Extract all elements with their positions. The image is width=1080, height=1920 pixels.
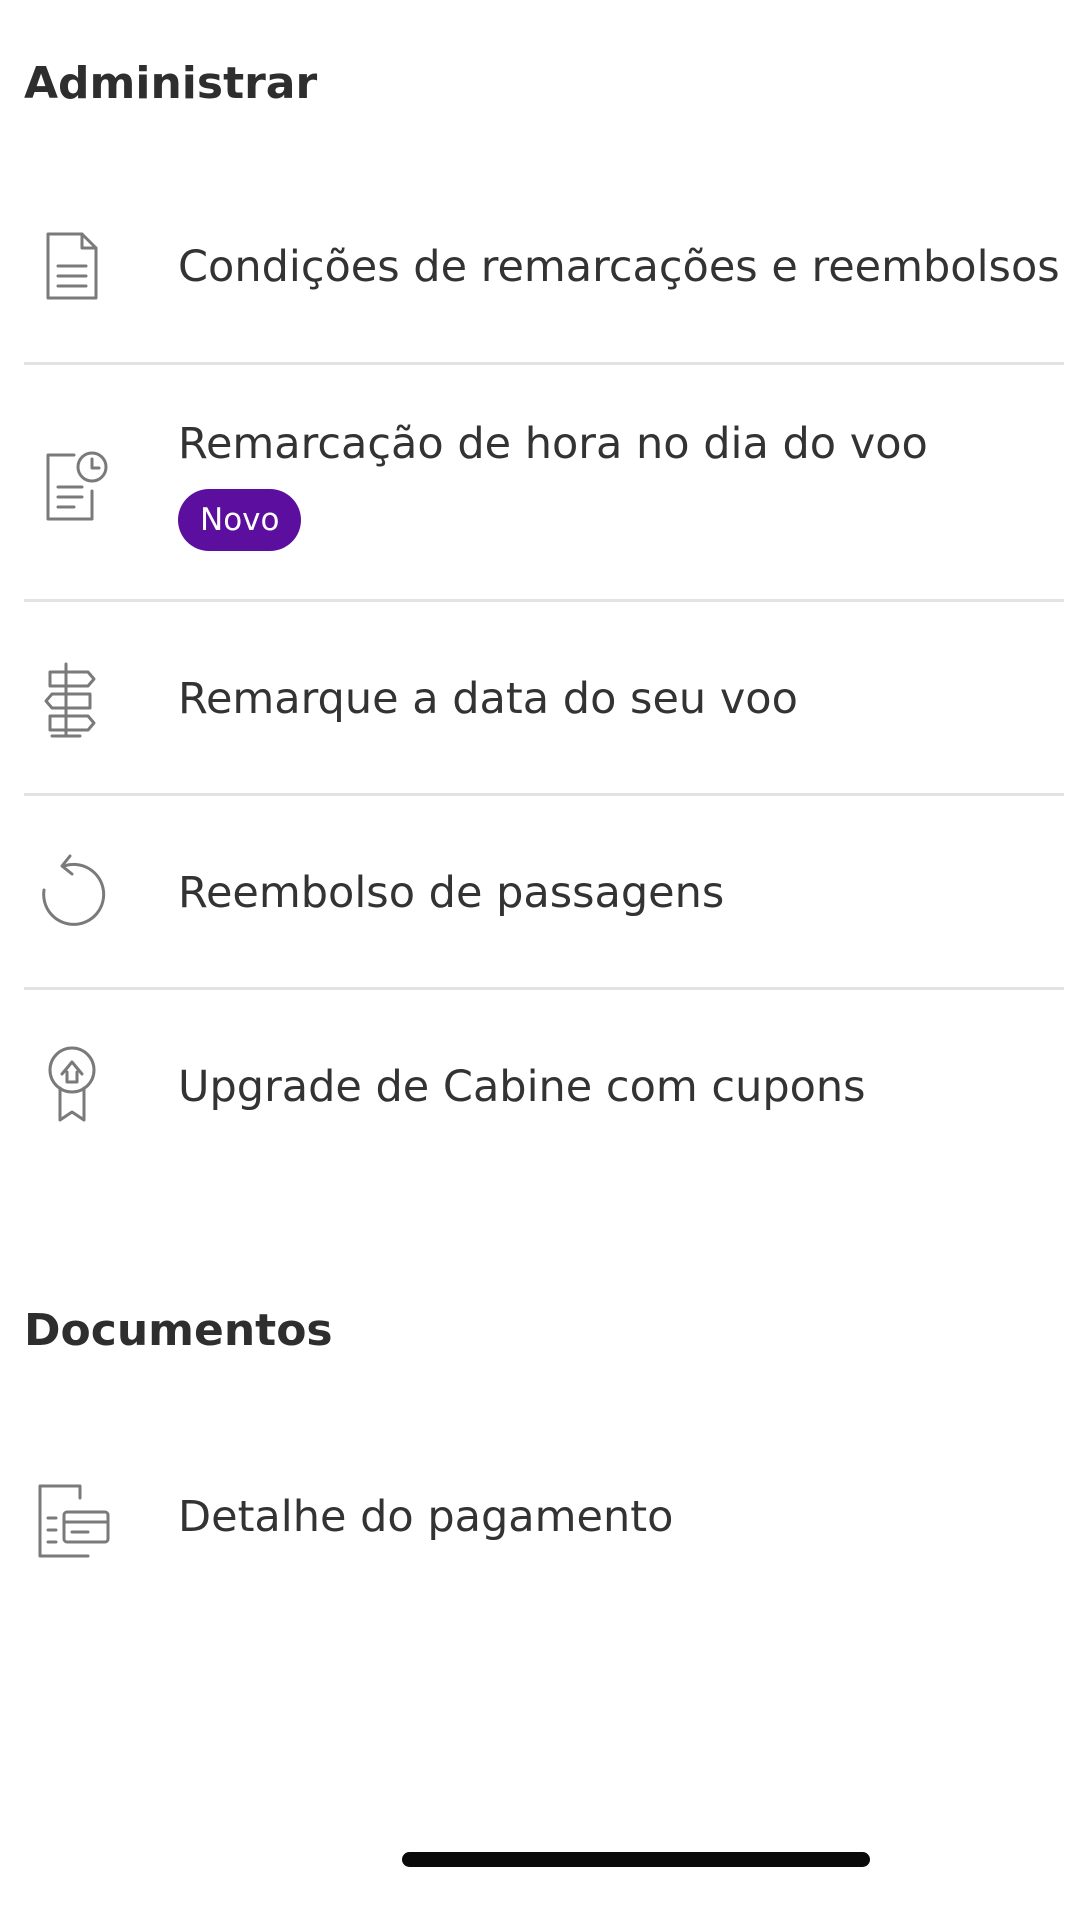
menu-item-reembolso-passagens[interactable]: Reembolso de passagens <box>24 796 1064 990</box>
section-title-administrar: Administrar <box>24 58 318 109</box>
menu-item-remarcacao-hora-dia-voo[interactable]: Remarcação de hora no dia do voo Novo <box>24 365 1064 602</box>
menu-item-label: Remarque a data do seu voo <box>178 674 798 724</box>
new-badge: Novo <box>178 489 302 551</box>
menu-item-upgrade-cabine-cupons[interactable]: Upgrade de Cabine com cupons <box>24 990 1064 1186</box>
menu-item-label: Condições de remarcações e reembolsos <box>178 242 1060 292</box>
menu-item-detalhe-pagamento[interactable]: Detalhe do pagamento <box>24 1420 1064 1616</box>
award-ribbon-icon <box>30 1042 114 1126</box>
document-clock-icon <box>30 441 114 525</box>
undo-arrow-icon <box>30 850 114 934</box>
home-indicator[interactable] <box>402 1852 870 1867</box>
menu-item-condicoes-remarcacoes-reembolsos[interactable]: Condições de remarcações e reembolsos <box>24 170 1064 365</box>
menu-item-label: Detalhe do pagamento <box>178 1492 674 1542</box>
section-title-documentos: Documentos <box>24 1305 333 1356</box>
signpost-icon <box>30 658 114 742</box>
document-list-icon <box>30 222 114 306</box>
menu-item-label: Reembolso de passagens <box>178 868 725 918</box>
payment-document-icon <box>30 1478 114 1562</box>
menu-item-remarque-data-voo[interactable]: Remarque a data do seu voo <box>24 602 1064 796</box>
menu-item-label: Upgrade de Cabine com cupons <box>178 1062 866 1112</box>
menu-item-label: Remarcação de hora no dia do voo <box>178 419 928 469</box>
